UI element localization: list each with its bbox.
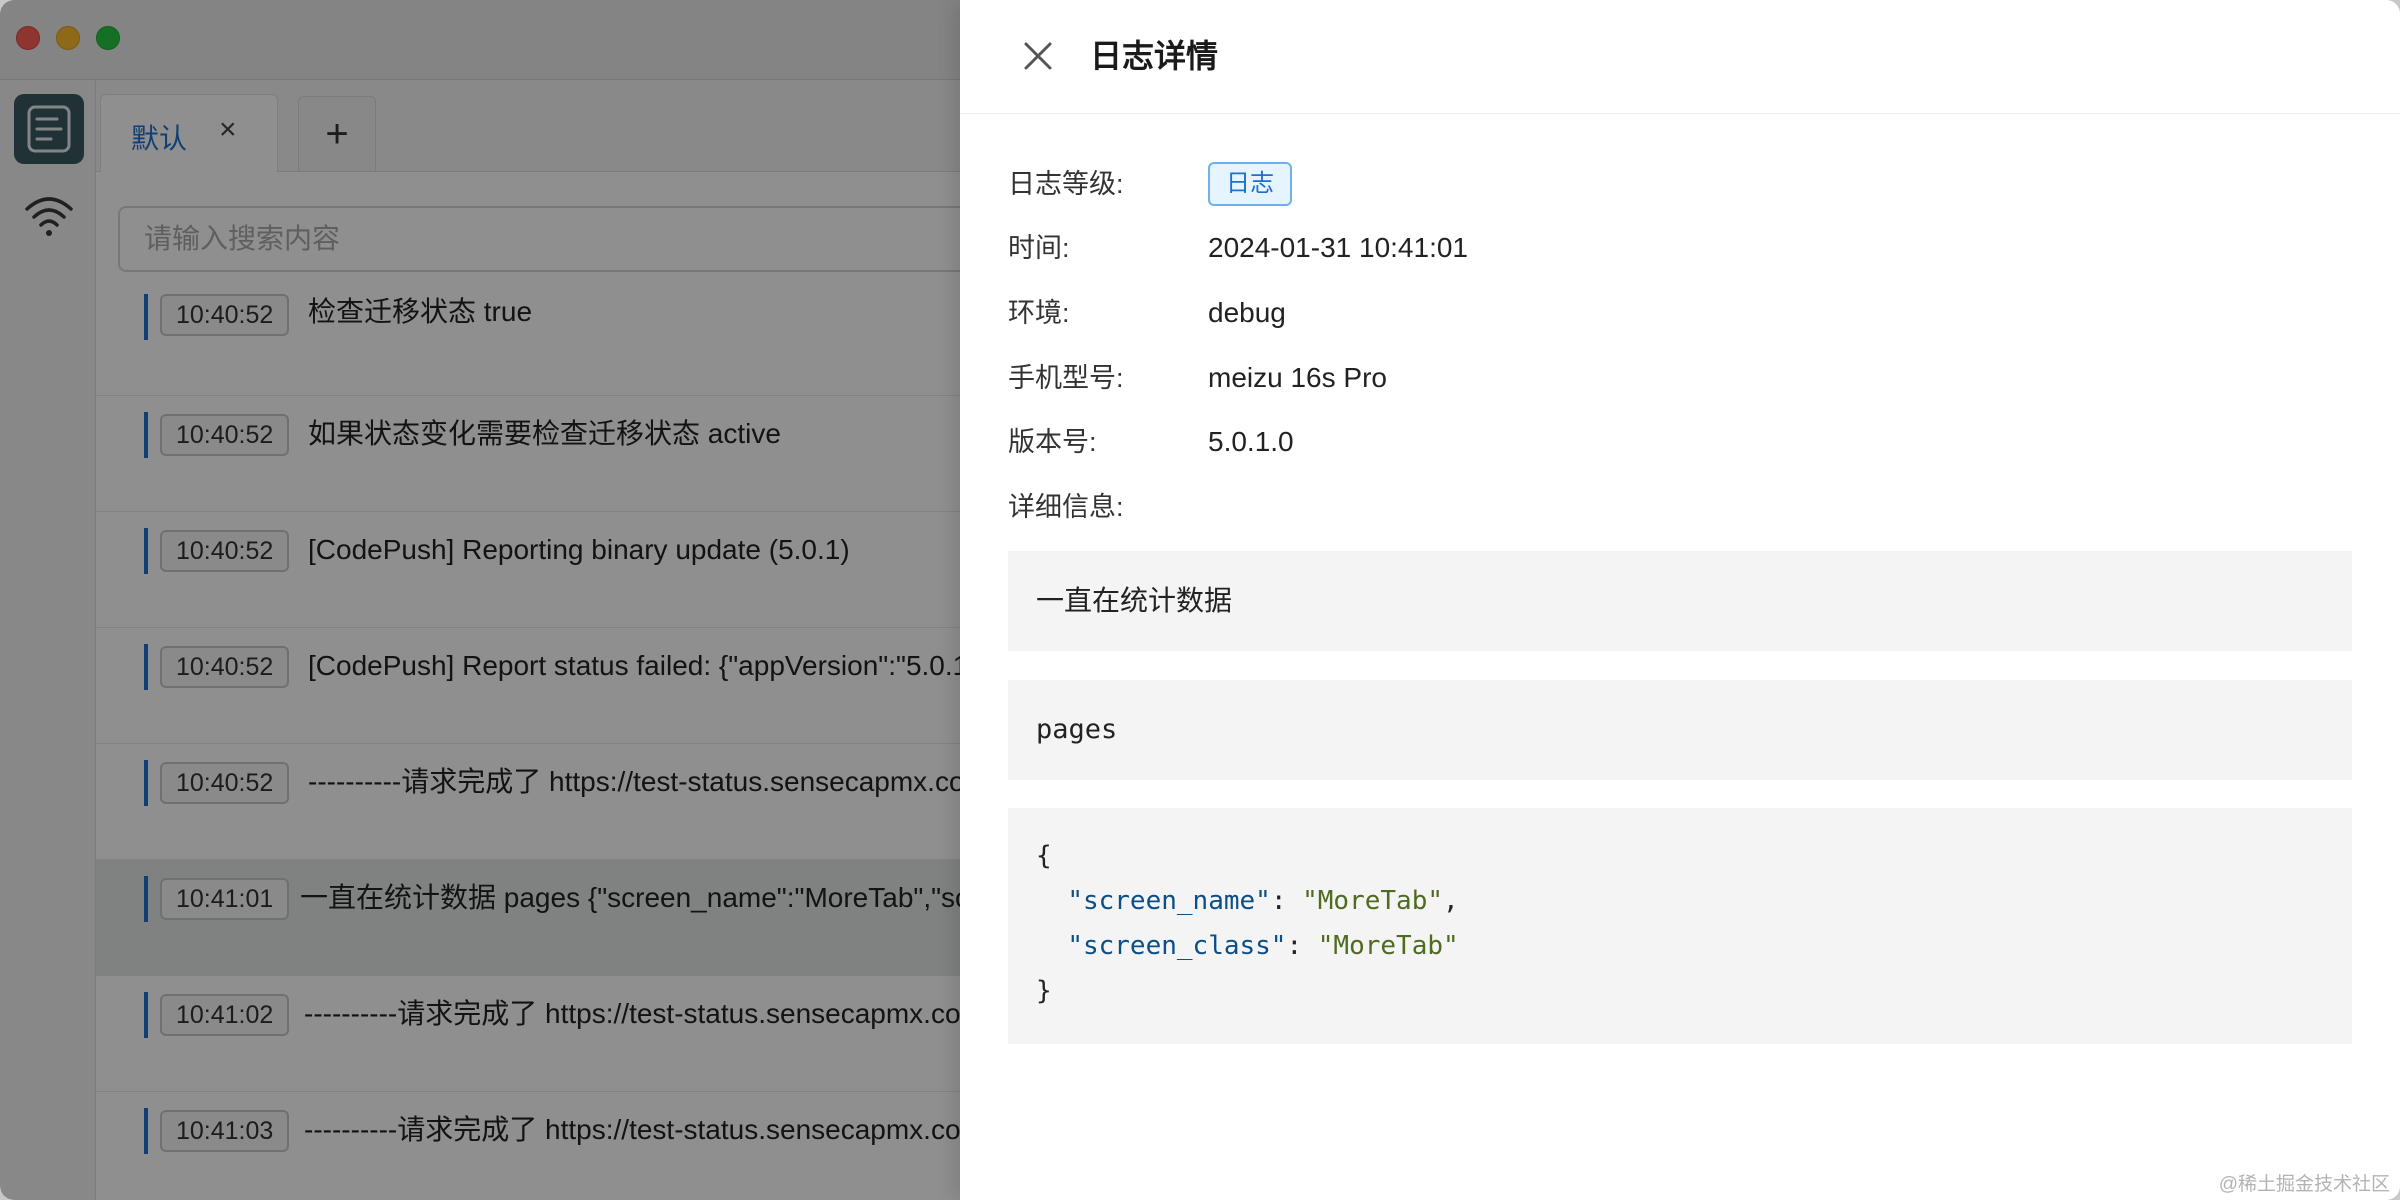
env-value: debug [1208, 297, 1286, 328]
version-label: 版本号: [1008, 427, 1097, 457]
level-tag: 日志 [1208, 162, 1292, 206]
json-key: "screen_class" [1067, 931, 1287, 961]
time-label: 时间: [1008, 233, 1070, 263]
device-model-label: 手机型号: [1008, 363, 1124, 393]
detail-block-json: { "screen_name": "MoreTab", "screen_clas… [1008, 808, 2352, 1044]
json-line: "screen_class": "MoreTab" [1067, 931, 1459, 961]
close-icon[interactable] [1018, 36, 1058, 76]
version-value: 5.0.1.0 [1208, 426, 1294, 457]
json-value: "MoreTab" [1317, 931, 1459, 961]
json-brace: } [1036, 976, 1052, 1006]
detail-block-message: 一直在统计数据 [1008, 551, 2352, 651]
json-close-brace: } [1036, 971, 1052, 1011]
drawer-header: 日志详情 [960, 0, 2400, 114]
level-label: 日志等级: [1008, 169, 1124, 199]
modal-overlay[interactable] [0, 0, 960, 1200]
drawer-title: 日志详情 [1090, 38, 1219, 74]
detail-label: 详细信息: [1008, 492, 1124, 522]
json-brace: { [1036, 841, 1052, 871]
app-window: 默认 × + 10:40:52 检查迁移状态 true 10:40:52 如果状… [0, 0, 2400, 1200]
detail-type-text: pages [1036, 714, 1118, 745]
json-line: "screen_name": "MoreTab", [1067, 886, 1459, 916]
json-key: "screen_name" [1067, 886, 1271, 916]
watermark: @稀土掘金技术社区 [2218, 1174, 2390, 1195]
detail-message-text: 一直在统计数据 [1036, 585, 1233, 616]
env-label: 环境: [1008, 298, 1070, 328]
json-value: "MoreTab" [1302, 886, 1444, 916]
log-detail-drawer: 日志详情 日志等级: 日志 时间: 2024-01-31 10:41:01 环境… [960, 0, 2400, 1200]
device-model-value: meizu 16s Pro [1208, 362, 1387, 393]
json-open-brace: { [1036, 836, 1052, 876]
detail-block-type: pages [1008, 680, 2352, 780]
time-value: 2024-01-31 10:41:01 [1208, 232, 1468, 263]
